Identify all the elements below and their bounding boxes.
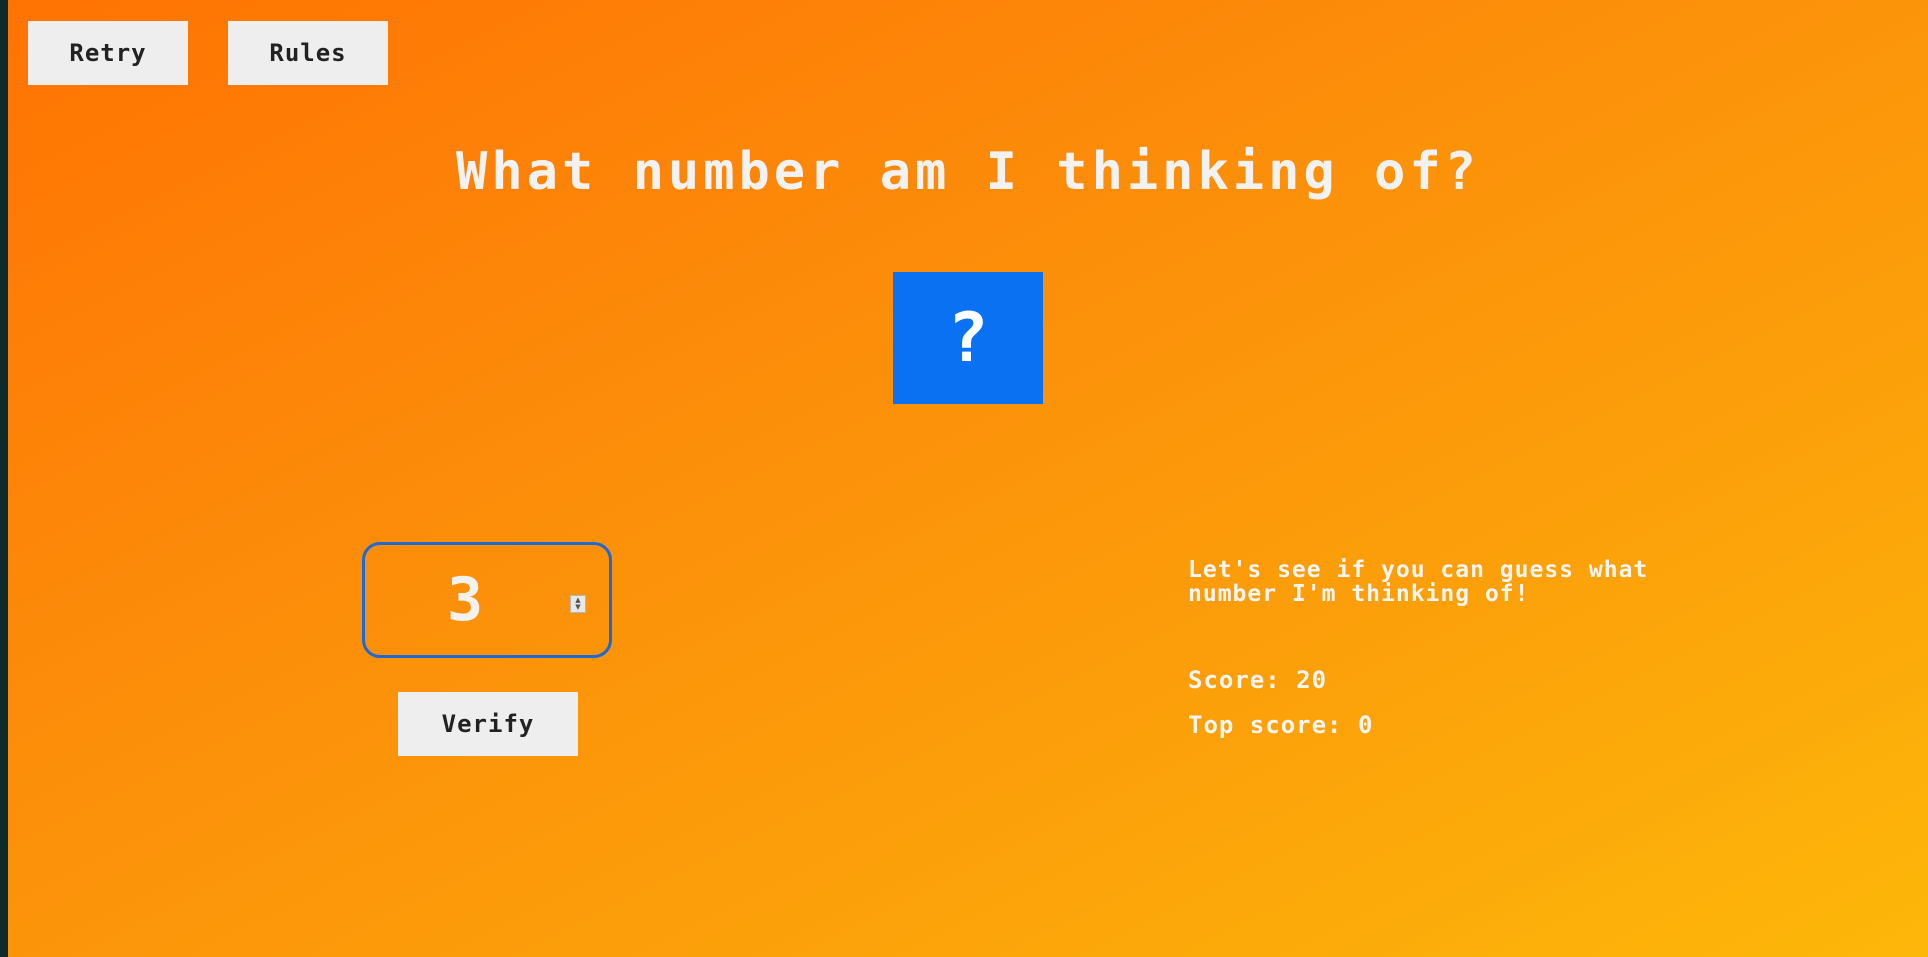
verify-button[interactable]: Verify	[398, 692, 578, 756]
score-value: 20	[1296, 666, 1328, 694]
spinner-down-icon[interactable]: ▼	[575, 604, 580, 611]
game-stage: Retry Rules What number am I thinking of…	[8, 0, 1928, 957]
score-display: Score: 20	[1188, 666, 1327, 694]
top-score-display: Top score: 0	[1188, 711, 1373, 739]
retry-button[interactable]: Retry	[28, 21, 188, 85]
top-score-label: Top score:	[1188, 711, 1343, 739]
question-mark: ?	[947, 298, 989, 378]
page-title: What number am I thinking of?	[456, 142, 1480, 202]
top-score-value: 0	[1357, 711, 1374, 739]
rules-button[interactable]: Rules	[228, 21, 388, 85]
guess-input[interactable]	[405, 567, 525, 633]
secret-number-box: ?	[893, 272, 1043, 404]
spinner-arrows-icon[interactable]: ▲ ▼	[570, 595, 586, 613]
status-message: Let's see if you can guess what number I…	[1188, 557, 1649, 607]
guess-field-wrapper: ▲ ▼	[362, 542, 612, 658]
score-label: Score:	[1188, 666, 1281, 694]
